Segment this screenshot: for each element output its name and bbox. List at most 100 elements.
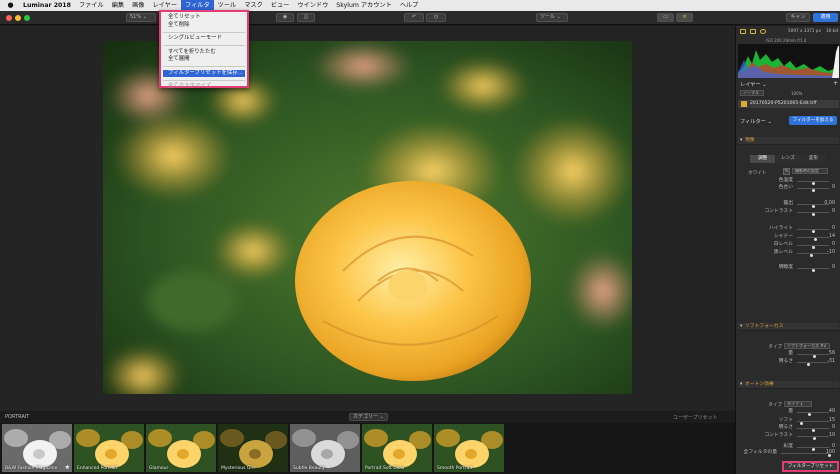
all-filters-value: 100 — [825, 450, 835, 455]
slider-label: シャドー — [773, 234, 793, 239]
undo-icon[interactable]: ↶ — [404, 13, 424, 22]
filter-menu-item[interactable]: フィルタープリセットを保存... — [163, 69, 245, 77]
menu-app[interactable]: Luminar 2018 — [19, 0, 75, 11]
layer-opacity[interactable]: 100% — [791, 91, 802, 96]
layers-icon[interactable] — [750, 29, 756, 34]
cancel-button[interactable]: キャン — [786, 13, 810, 22]
menu-separator — [163, 66, 245, 67]
preset-thumbnail[interactable]: B&W Fashion Magazine ★ — [2, 424, 72, 472]
soft-focus-section-header[interactable]: ▾ ソフトフォーカス — [738, 323, 839, 331]
all-filters-track[interactable] — [781, 452, 831, 457]
filter-menu-item[interactable]: 全てリセット — [161, 14, 247, 22]
menu-help[interactable]: ヘルプ — [396, 0, 423, 11]
tab-adjust[interactable]: 調整 — [750, 155, 776, 163]
layers-title[interactable]: レイヤー ⌄ — [740, 81, 767, 88]
slider-row[interactable]: 色合い 0 — [739, 185, 839, 192]
filter-menu-item[interactable]: すべてを折りたたむ — [161, 49, 247, 57]
orton-type-label: タイプ — [768, 403, 782, 408]
menu-file[interactable]: ファイル — [75, 0, 108, 11]
slider-knob[interactable] — [809, 253, 813, 257]
save-filter-preset-button[interactable]: フィルタープリセット — [782, 461, 839, 472]
preset-thumbnail[interactable]: Enhanced Portrait — [74, 424, 144, 472]
slider-row[interactable]: 黒レベル -10 — [739, 250, 839, 257]
history-icon[interactable]: ◷ — [426, 13, 446, 22]
zoom-window-icon[interactable] — [24, 15, 30, 21]
slider-row[interactable]: 色温度 — [739, 178, 839, 185]
add-layer-icon[interactable]: + — [833, 80, 838, 87]
rose-photo[interactable] — [103, 41, 632, 394]
preset-thumbnail[interactable]: Portrait Soft Glow — [362, 424, 432, 472]
layer-blend-mode[interactable]: ノーマル — [740, 90, 764, 96]
category-dropdown[interactable]: カテゴリー ⌄ — [349, 413, 388, 421]
tab-transform[interactable]: 変形 — [800, 155, 826, 163]
slider-row[interactable]: 量 40 — [739, 409, 839, 416]
white-balance-dropdown[interactable]: 撮影時の設定 — [792, 168, 828, 174]
slider-knob[interactable] — [811, 268, 815, 272]
minimize-window-icon[interactable] — [15, 15, 21, 21]
favorite-star-icon[interactable]: ★ — [65, 464, 70, 471]
preset-thumbnail[interactable]: Mysterious Girl — [218, 424, 288, 472]
slider-knob[interactable] — [813, 237, 817, 241]
slider-knob[interactable] — [811, 229, 815, 233]
menu-view[interactable]: ビュー — [267, 0, 294, 11]
develop-section-header[interactable]: ▾ 現像 — [738, 137, 839, 145]
slider-row[interactable]: ハイライト 0 — [739, 226, 839, 233]
slider-row[interactable]: シャドー 14 — [739, 234, 839, 241]
slider-row[interactable]: 明瞭度 0 — [739, 265, 839, 272]
preset-thumbnail[interactable]: Subtle Beauty — [290, 424, 360, 472]
compare-icon[interactable]: ◫ — [297, 13, 315, 22]
slider-row[interactable]: 量 56 — [739, 351, 839, 358]
menu-bar: ● Luminar 2018 ファイル 編集 画像 レイヤー フィルタ ツール … — [0, 0, 840, 11]
apply-button[interactable]: 適用 — [813, 13, 838, 22]
apple-icon[interactable]: ● — [6, 1, 15, 10]
slider-knob[interactable] — [811, 428, 815, 432]
slider-knob[interactable] — [813, 436, 817, 440]
orton-section-header[interactable]: ▾ オートン効果 — [738, 381, 839, 389]
filter-menu-item[interactable]: シングルビューモード — [161, 35, 247, 43]
add-filter-button[interactable]: フィルターを加える — [789, 116, 837, 125]
info-icon[interactable] — [760, 29, 766, 34]
zoom-dropdown[interactable]: 51% ⌄ — [126, 13, 156, 22]
filters-title[interactable]: フィルター ⌄ — [740, 118, 772, 125]
slider-knob[interactable] — [811, 204, 815, 208]
soft-focus-type-dropdown[interactable]: ソフトフォーカス #2 — [784, 343, 830, 349]
close-window-icon[interactable] — [6, 15, 12, 21]
slider-row[interactable]: 明るさ -31 — [739, 359, 839, 366]
orton-type-dropdown[interactable]: タイプ 1 — [784, 401, 812, 407]
slider-knob[interactable] — [808, 412, 812, 416]
slider-knob[interactable] — [811, 212, 815, 216]
slider-row[interactable]: ソフト 15 — [739, 418, 839, 425]
preset-name: Portrait Soft Glow — [365, 466, 405, 471]
slider-knob[interactable] — [813, 354, 817, 358]
filmstrip-toggle-icon[interactable]: ▭ — [657, 13, 674, 22]
layer-row[interactable]: 20170520-P5201065-Edit.tiff — [738, 100, 839, 108]
slider-row[interactable]: 白レベル 0 — [739, 242, 839, 249]
filter-menu-item[interactable]: 全て展開 — [161, 56, 247, 64]
slider-knob[interactable] — [806, 362, 810, 366]
filter-menu-item[interactable]: 全て削除 — [161, 22, 247, 30]
slider-knob[interactable] — [811, 245, 815, 249]
slider-row[interactable]: 明るさ 0 — [739, 425, 839, 432]
user-presets-link[interactable]: ユーザープリセット — [673, 414, 718, 421]
slider-track[interactable] — [797, 180, 829, 185]
menu-window[interactable]: ウインドウ — [293, 0, 332, 11]
preset-thumbnail[interactable]: Glamour — [146, 424, 216, 472]
preset-name: B&W Fashion Magazine — [5, 466, 58, 471]
slider-row[interactable]: コントラスト 0 — [739, 209, 839, 216]
preset-thumbnail[interactable]: Smooth Portrait — [434, 424, 504, 472]
slider-label: コントラスト — [764, 209, 793, 214]
menu-account[interactable]: Skylum アカウント — [332, 0, 396, 11]
sliders-icon[interactable]: ≡ — [676, 13, 693, 22]
tab-lens[interactable]: レンズ — [775, 155, 801, 163]
slider-row[interactable]: コントラスト 10 — [739, 433, 839, 440]
all-filters-amount-row[interactable]: 全フィルタの量 100 — [739, 450, 839, 457]
eyedropper-icon[interactable]: ✎ — [783, 168, 790, 175]
slider-knob[interactable] — [811, 188, 815, 192]
eye-icon[interactable]: ◉ — [276, 13, 294, 22]
menu-image[interactable]: 画像 — [128, 0, 148, 11]
soft-focus-title: ソフトフォーカス — [745, 324, 784, 329]
histogram-icon[interactable] — [740, 29, 746, 34]
slider-row[interactable]: 露出 0.00 — [739, 201, 839, 208]
menu-edit[interactable]: 編集 — [108, 0, 128, 11]
tools-dropdown[interactable]: ツール ⌄ — [536, 13, 568, 22]
